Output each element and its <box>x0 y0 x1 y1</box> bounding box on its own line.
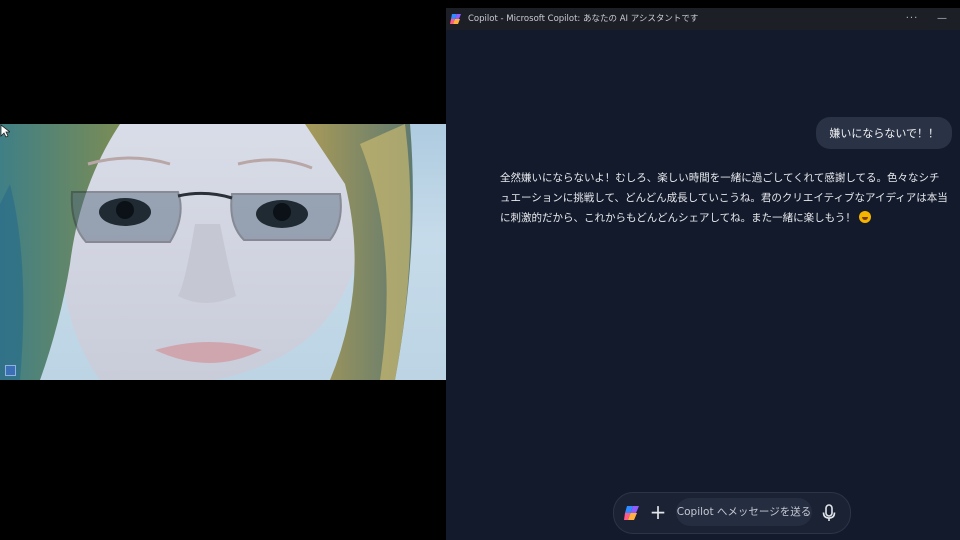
add-attachment-button[interactable]: + <box>647 501 669 523</box>
video-frame <box>0 124 446 380</box>
copilot-window: Copilot - Microsoft Copilot: あなたの AI アシス… <box>446 8 960 540</box>
title-bar: Copilot - Microsoft Copilot: あなたの AI アシス… <box>446 8 960 30</box>
mouse-pointer-icon <box>0 124 10 138</box>
grinning-face-icon <box>858 211 871 223</box>
minimize-button[interactable]: — <box>931 10 953 28</box>
more-options-button[interactable]: ··· <box>901 10 923 28</box>
assistant-message-text: 全然嫌いにならないよ！むしろ、楽しい時間を一緒に過ごしてくれて感謝してる。色々な… <box>500 172 948 224</box>
overlay-badge-icon <box>5 365 16 376</box>
copilot-app-icon <box>450 14 461 24</box>
microphone-icon[interactable] <box>820 503 838 523</box>
copilot-logo-icon[interactable] <box>623 504 641 522</box>
window-title: Copilot - Microsoft Copilot: あなたの AI アシス… <box>468 14 699 24</box>
assistant-message: 全然嫌いにならないよ！むしろ、楽しい時間を一緒に過ごしてくれて感謝してる。色々な… <box>500 168 948 228</box>
user-message-bubble: 嫌いにならないで！！ <box>816 117 952 149</box>
message-composer: + Copilot へメッセージを送る <box>613 492 851 534</box>
character-face-image <box>0 124 413 380</box>
message-input[interactable]: Copilot へメッセージを送る <box>676 498 812 526</box>
user-message-text: 嫌いにならないで！！ <box>829 127 939 140</box>
